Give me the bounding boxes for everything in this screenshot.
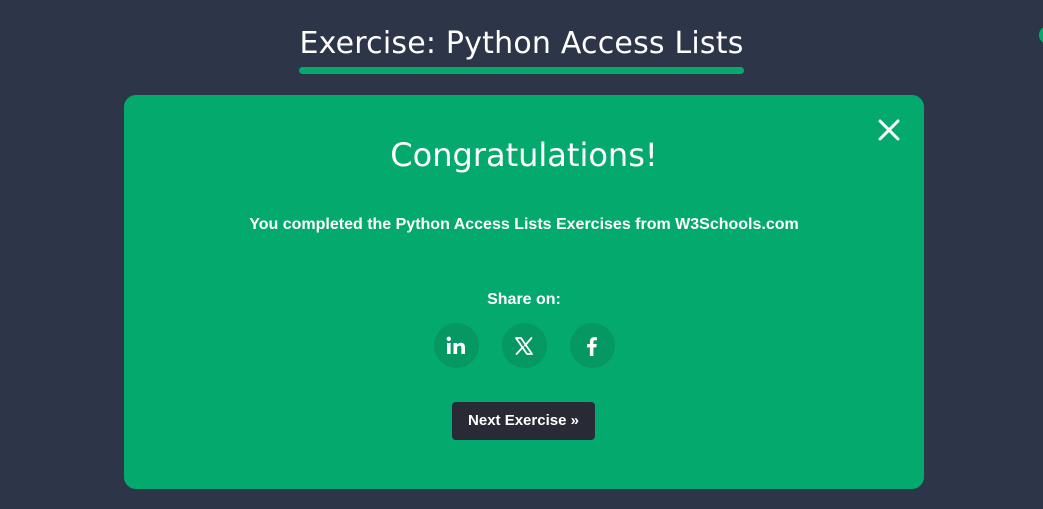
title-underline	[299, 67, 744, 74]
facebook-icon	[587, 336, 597, 356]
share-buttons	[124, 323, 924, 368]
page-title-text: Exercise: Python Access Lists	[299, 26, 744, 61]
share-facebook-button[interactable]	[569, 323, 615, 368]
congratulations-modal: Congratulations! You completed the Pytho…	[124, 95, 924, 489]
linkedin-icon	[446, 336, 465, 354]
modal-heading: Congratulations!	[390, 136, 658, 174]
next-exercise-button[interactable]: Next Exercise »	[452, 402, 595, 440]
share-label: Share on:	[487, 291, 561, 308]
share-x-button[interactable]	[501, 323, 547, 368]
completion-message: You completed the Python Access Lists Ex…	[249, 216, 799, 233]
header: Exercise: Python Access Lists	[0, 24, 1043, 74]
page-title: Exercise: Python Access Lists	[299, 24, 744, 74]
x-icon	[515, 336, 533, 355]
page: Exercise: Python Access Lists Congratula…	[0, 0, 1043, 509]
share-linkedin-button[interactable]	[433, 323, 479, 368]
